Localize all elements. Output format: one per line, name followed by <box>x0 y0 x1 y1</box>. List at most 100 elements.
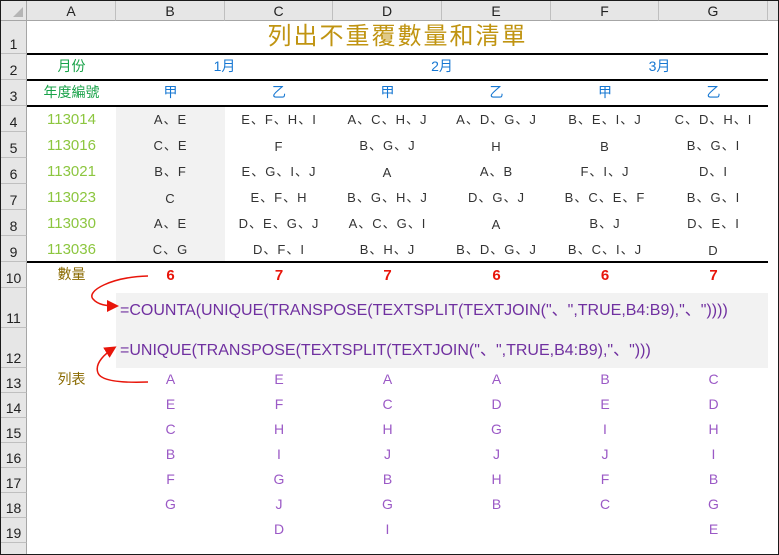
data-cell[interactable]: F、I、J <box>551 158 659 184</box>
list-item[interactable] <box>442 518 551 543</box>
row-header-12[interactable]: 12 <box>1 328 27 368</box>
count-value[interactable]: 6 <box>442 262 551 288</box>
list-item[interactable]: F <box>551 468 659 493</box>
data-cell[interactable]: C <box>116 184 225 210</box>
list-item[interactable]: J <box>225 493 333 518</box>
list-item[interactable]: E <box>551 393 659 418</box>
row-header-8[interactable]: 8 <box>1 210 27 236</box>
column-header-b[interactable]: B <box>116 1 225 21</box>
group-header[interactable]: 甲 <box>551 80 659 106</box>
data-cell[interactable]: B、F <box>116 158 225 184</box>
data-cell[interactable]: D、I <box>659 158 768 184</box>
data-cell[interactable]: B、C、E、F <box>551 184 659 210</box>
row-header-6[interactable]: 6 <box>1 158 27 184</box>
row-header-5[interactable]: 5 <box>1 132 27 158</box>
list-item[interactable]: C <box>116 418 225 443</box>
data-cell[interactable]: C、E <box>116 132 225 158</box>
data-cell[interactable]: A、C、H、J <box>333 106 442 132</box>
data-cell[interactable]: A <box>333 158 442 184</box>
list-item[interactable]: J <box>442 443 551 468</box>
list-item[interactable]: B <box>442 493 551 518</box>
data-cell[interactable]: B、C、I、J <box>551 236 659 262</box>
list-item[interactable]: J <box>333 443 442 468</box>
data-cell[interactable]: H <box>442 132 551 158</box>
list-item[interactable]: D <box>659 393 768 418</box>
list-item[interactable]: A <box>442 368 551 393</box>
list-item[interactable]: G <box>225 468 333 493</box>
data-cell[interactable]: B、G、J <box>333 132 442 158</box>
row-header-9[interactable]: 9 <box>1 236 27 262</box>
record-id[interactable]: 113023 <box>27 184 116 210</box>
list-item[interactable]: H <box>442 468 551 493</box>
column-header-a[interactable]: A <box>27 1 116 21</box>
list-item[interactable]: B <box>659 468 768 493</box>
list-item[interactable]: G <box>333 493 442 518</box>
data-cell[interactable]: C、D、H、I <box>659 106 768 132</box>
data-cell[interactable]: D、G、J <box>442 184 551 210</box>
list-item[interactable]: E <box>116 393 225 418</box>
row-header-3[interactable]: 3 <box>1 80 27 106</box>
select-all-corner[interactable] <box>1 1 27 21</box>
list-item[interactable]: E <box>225 368 333 393</box>
count-formula[interactable]: =COUNTA(UNIQUE(TRANSPOSE(TEXTSPLIT(TEXTJ… <box>116 288 768 328</box>
list-item[interactable]: G <box>116 493 225 518</box>
data-cell[interactable]: D、F、I <box>225 236 333 262</box>
record-id[interactable]: 113014 <box>27 106 116 132</box>
month-header[interactable]: 3月 <box>551 54 768 80</box>
count-value[interactable]: 7 <box>225 262 333 288</box>
count-value[interactable]: 7 <box>659 262 768 288</box>
data-cell[interactable]: B、G、H、J <box>333 184 442 210</box>
group-header[interactable]: 甲 <box>333 80 442 106</box>
month-header[interactable]: 1月 <box>116 54 333 80</box>
list-item[interactable]: C <box>333 393 442 418</box>
data-cell[interactable]: B、H、J <box>333 236 442 262</box>
row-header-19[interactable]: 19 <box>1 518 27 543</box>
data-cell[interactable]: D、E、G、J <box>225 210 333 236</box>
list-item[interactable]: G <box>659 493 768 518</box>
data-cell[interactable]: B、J <box>551 210 659 236</box>
list-item[interactable]: A <box>116 368 225 393</box>
list-formula[interactable]: =UNIQUE(TRANSPOSE(TEXTSPLIT(TEXTJOIN("、"… <box>116 328 768 368</box>
list-item[interactable]: H <box>333 418 442 443</box>
data-cell[interactable]: D、E、I <box>659 210 768 236</box>
group-header[interactable]: 乙 <box>659 80 768 106</box>
list-item[interactable]: C <box>551 493 659 518</box>
data-cell[interactable]: D <box>659 236 768 262</box>
data-cell[interactable]: B <box>551 132 659 158</box>
data-cell[interactable]: A <box>442 210 551 236</box>
row-header-17[interactable]: 17 <box>1 468 27 493</box>
list-item[interactable]: H <box>659 418 768 443</box>
data-cell[interactable]: C、G <box>116 236 225 262</box>
record-id[interactable]: 113030 <box>27 210 116 236</box>
list-item[interactable]: B <box>551 368 659 393</box>
row-header-14[interactable]: 14 <box>1 393 27 418</box>
group-header[interactable]: 乙 <box>225 80 333 106</box>
column-header-f[interactable]: F <box>551 1 659 21</box>
list-item[interactable]: D <box>225 518 333 543</box>
data-cell[interactable]: E、G、I、J <box>225 158 333 184</box>
list-item[interactable]: A <box>333 368 442 393</box>
list-item[interactable]: J <box>551 443 659 468</box>
data-cell[interactable]: E、F、H <box>225 184 333 210</box>
data-cell[interactable]: E、F、H、I <box>225 106 333 132</box>
list-item[interactable]: I <box>333 518 442 543</box>
row-header-4[interactable]: 4 <box>1 106 27 132</box>
list-item[interactable]: E <box>659 518 768 543</box>
list-item[interactable]: I <box>551 418 659 443</box>
group-header[interactable]: 乙 <box>442 80 551 106</box>
list-item[interactable]: I <box>659 443 768 468</box>
month-header[interactable]: 2月 <box>333 54 551 80</box>
count-value[interactable]: 6 <box>551 262 659 288</box>
list-item[interactable]: B <box>333 468 442 493</box>
row-header-7[interactable]: 7 <box>1 184 27 210</box>
count-value[interactable]: 7 <box>333 262 442 288</box>
list-item[interactable]: G <box>442 418 551 443</box>
row-header-2[interactable]: 2 <box>1 54 27 80</box>
row-header-18[interactable]: 18 <box>1 493 27 518</box>
list-item[interactable]: H <box>225 418 333 443</box>
data-cell[interactable]: A、D、G、J <box>442 106 551 132</box>
record-id[interactable]: 113036 <box>27 236 116 262</box>
row-header-10[interactable]: 10 <box>1 262 27 288</box>
row-header-13[interactable]: 13 <box>1 368 27 393</box>
row-header-11[interactable]: 11 <box>1 288 27 328</box>
